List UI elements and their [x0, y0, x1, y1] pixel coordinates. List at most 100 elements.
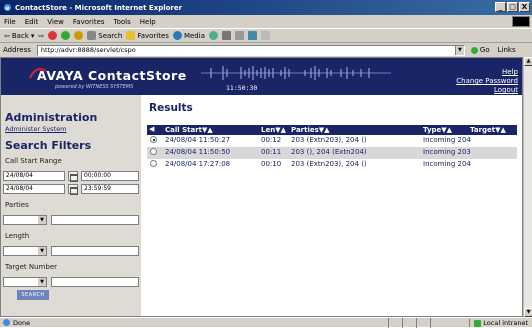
stop-icon[interactable]	[48, 31, 58, 40]
table-row[interactable]: 24/08/04 11:50:27 00:12 203 (Extn203), 2…	[147, 135, 517, 147]
chevron-down-icon: ▼	[38, 278, 46, 286]
cell-len: 00:11	[261, 148, 282, 156]
status-bar: Done Local intranet	[0, 317, 532, 328]
menu-file[interactable]: File	[4, 18, 16, 26]
browser-toolbar: ⇦ Back ▾ ⇨ Search Favorites Media	[0, 28, 532, 43]
forward-button[interactable]: ⇨	[38, 32, 44, 40]
search-icon	[87, 31, 97, 40]
search-filters-title: Search Filters	[5, 139, 92, 152]
menu-tools[interactable]: Tools	[114, 18, 131, 26]
windows-logo-icon	[512, 16, 530, 27]
page-icon	[3, 319, 10, 326]
parties-operator-select[interactable]: ▼	[3, 215, 47, 225]
target-number-input[interactable]	[51, 277, 139, 287]
cell-call-start: 24/08/04 17:27:08	[165, 160, 231, 168]
window-title: ContactStore - Microsoft Internet Explor…	[15, 3, 183, 12]
target-operator-select[interactable]: ▼	[3, 277, 47, 287]
cell-parties: 203 (Extn203), 204 ()	[291, 136, 367, 144]
history-icon[interactable]	[208, 31, 218, 40]
ie-icon: e	[3, 3, 12, 12]
from-time-input[interactable]: 00:00:00	[81, 171, 139, 181]
col-type[interactable]: Type▼▲	[423, 126, 452, 134]
mail-icon[interactable]	[221, 31, 231, 40]
parties-input[interactable]	[51, 215, 139, 225]
go-label: Go	[479, 46, 490, 54]
cell-len: 00:12	[261, 136, 282, 144]
links-button[interactable]: Links	[498, 46, 516, 54]
parties-label: Parties	[5, 201, 29, 209]
cell-parties: 203 (), 204 (Extn204)	[291, 148, 367, 156]
table-row[interactable]: 24/08/04 17:27:08 00:10 203 (Extn203), 2…	[147, 159, 517, 171]
security-zone: Local intranet	[469, 319, 528, 327]
close-button[interactable]: X	[519, 2, 530, 12]
col-parties[interactable]: Parties▼▲	[291, 126, 330, 134]
address-label: Address	[3, 46, 31, 54]
search-button[interactable]: SEARCH	[17, 290, 49, 300]
discuss-icon[interactable]	[260, 31, 270, 40]
status-text: Done	[13, 318, 31, 327]
banner-links: Help Change Password Logout	[456, 68, 518, 95]
scroll-down-icon[interactable]: ▼	[524, 308, 532, 317]
powered-by-text: powered by WITNESS SYSTEMS	[55, 84, 134, 90]
to-date-input[interactable]: 24/08/04	[3, 184, 65, 194]
media-icon	[172, 31, 182, 40]
menu-help[interactable]: Help	[140, 18, 156, 26]
menu-view[interactable]: View	[47, 18, 64, 26]
to-calendar-icon[interactable]	[68, 184, 78, 195]
results-title: Results	[149, 102, 193, 114]
length-operator-select[interactable]: ▼	[3, 246, 47, 256]
sidebar: Administration Administer System Search …	[1, 95, 141, 316]
admin-title: Administration	[5, 111, 98, 124]
back-button[interactable]: ⇦ Back ▾	[4, 32, 34, 40]
call-start-label: Call Start Range	[5, 157, 62, 165]
menu-edit[interactable]: Edit	[25, 18, 39, 26]
table-row[interactable]: 24/08/04 11:50:50 00:11 203 (), 204 (Ext…	[147, 147, 517, 159]
col-target[interactable]: Target▼▲	[470, 126, 506, 134]
back-arrow-icon: ⇦	[4, 31, 10, 40]
edit-icon[interactable]	[247, 31, 257, 40]
change-password-link[interactable]: Change Password	[456, 77, 518, 86]
cell-call-start: 24/08/04 11:50:50	[165, 148, 231, 156]
chevron-down-icon: ▼	[38, 216, 46, 224]
cell-type: Incoming 204	[423, 160, 471, 168]
results-header-row: ◀ Call Start▼▲ Len▼▲ Parties▼▲ Type▼▲ Ta…	[147, 125, 517, 135]
media-label: Media	[183, 31, 205, 40]
home-icon[interactable]	[74, 31, 84, 40]
row-radio[interactable]	[150, 148, 157, 155]
app-logo: AVAYA ContactStore	[37, 68, 187, 83]
cell-call-start: 24/08/04 11:50:27	[165, 136, 231, 144]
address-bar: Address http://advr:8888/servlet/cspo ▼ …	[0, 43, 532, 57]
waveform-graphic	[201, 66, 391, 80]
from-calendar-icon[interactable]	[68, 171, 78, 182]
vertical-scrollbar[interactable]: ▲ ▼	[523, 57, 532, 317]
favorites-button[interactable]: Favorites	[126, 31, 169, 40]
go-button[interactable]: Go	[470, 46, 490, 54]
favorites-label: Favorites	[137, 31, 169, 40]
search-button[interactable]: Search	[87, 31, 122, 40]
help-link[interactable]: Help	[456, 68, 518, 77]
refresh-icon[interactable]	[61, 31, 71, 40]
to-time-input[interactable]: 23:59:59	[81, 184, 139, 194]
intranet-icon	[474, 319, 482, 327]
col-len[interactable]: Len▼▲	[261, 126, 286, 134]
col-call-start[interactable]: Call Start▼▲	[165, 126, 213, 134]
cell-parties: 203 (Extn203), 204 ()	[291, 160, 367, 168]
maximize-button[interactable]: □	[507, 2, 518, 12]
menu-favorites[interactable]: Favorites	[73, 18, 105, 26]
media-button[interactable]: Media	[172, 31, 205, 40]
print-icon[interactable]	[234, 31, 244, 40]
address-input[interactable]: http://advr:8888/servlet/cspo ▼	[36, 44, 465, 56]
length-input[interactable]	[51, 246, 139, 256]
address-dropdown-icon[interactable]: ▼	[454, 45, 464, 55]
cell-type: Incoming 204	[423, 136, 471, 144]
row-radio[interactable]	[150, 160, 157, 167]
row-radio[interactable]	[150, 136, 157, 143]
results-table: ◀ Call Start▼▲ Len▼▲ Parties▼▲ Type▼▲ Ta…	[147, 125, 517, 171]
zone-text: Local intranet	[483, 319, 528, 327]
scroll-up-icon[interactable]: ▲	[524, 57, 532, 66]
administer-system-link[interactable]: Administer System	[5, 125, 66, 133]
minimize-button[interactable]: _	[495, 2, 506, 12]
from-date-input[interactable]: 24/08/04	[3, 171, 65, 181]
logout-link[interactable]: Logout	[456, 86, 518, 95]
length-label: Length	[5, 232, 30, 240]
